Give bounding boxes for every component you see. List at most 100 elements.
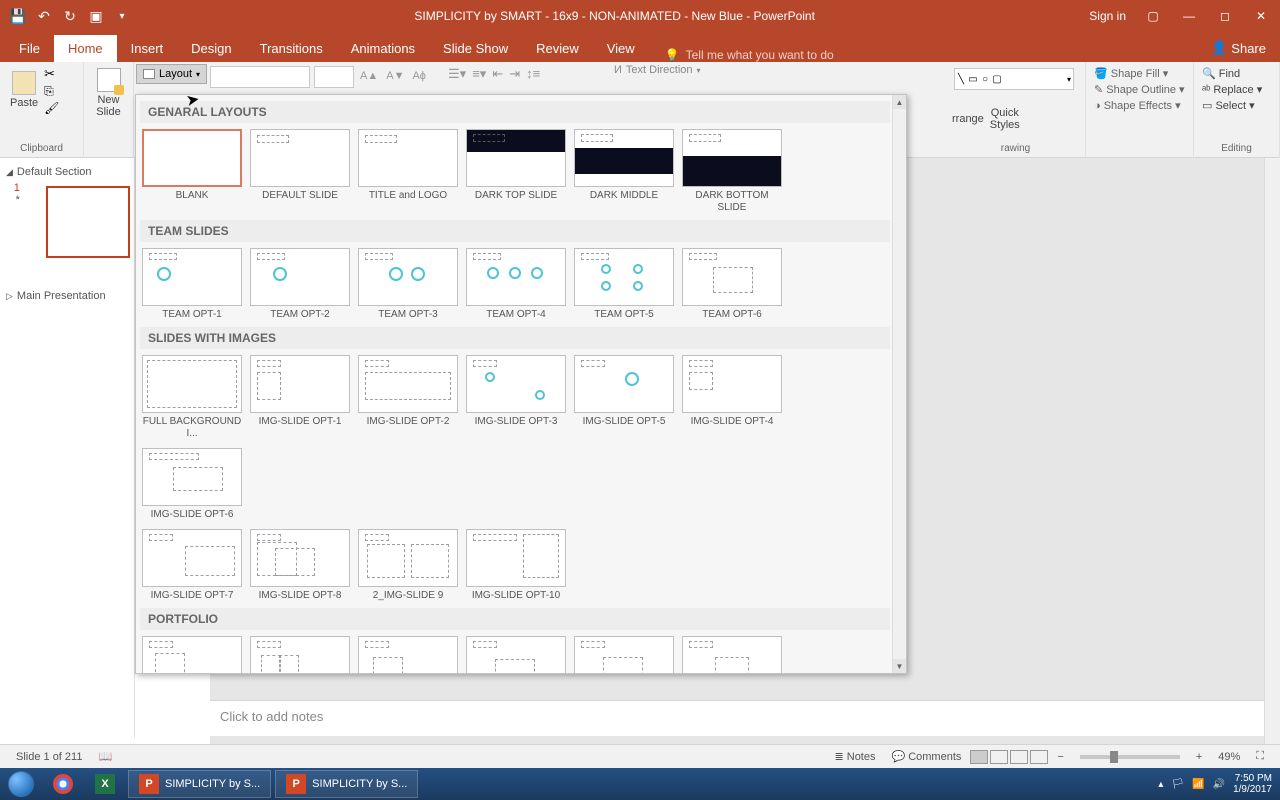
powerpoint-task-1[interactable]: PSIMPLICITY by S... [128, 770, 271, 798]
layout-team-4[interactable]: TEAM OPT-4 [466, 248, 566, 321]
network-icon[interactable]: 📶 [1192, 779, 1204, 790]
paste-button[interactable]: Paste [4, 64, 44, 115]
shape-rect-icon[interactable]: ▭ [967, 74, 979, 85]
select-button[interactable]: ▭ Select ▾ [1202, 99, 1271, 112]
reading-view-icon[interactable] [1010, 750, 1028, 764]
scroll-down-icon[interactable]: ▼ [893, 659, 906, 673]
section-main[interactable]: ▷Main Presentation [4, 286, 130, 306]
start-from-beginning-icon[interactable]: ▣ [88, 8, 104, 24]
excel-taskbar-icon[interactable]: X [84, 768, 126, 800]
spell-check-icon[interactable]: 📖 [90, 750, 120, 763]
layout-dark-bottom[interactable]: DARK BOTTOM SLIDE [682, 129, 782, 214]
zoom-label[interactable]: 49% [1210, 751, 1248, 763]
layout-dark-middle[interactable]: DARK MIDDLE [574, 129, 674, 214]
layout-dark-top[interactable]: DARK TOP SLIDE [466, 129, 566, 214]
indent-dec-icon[interactable]: ⇤ [492, 66, 503, 82]
line-spacing-icon[interactable]: ↕≡ [526, 66, 540, 82]
tab-insert[interactable]: Insert [117, 35, 178, 62]
minimize-icon[interactable]: — [1180, 7, 1198, 25]
tab-home[interactable]: Home [54, 35, 117, 62]
layout-team-2[interactable]: TEAM OPT-2 [250, 248, 350, 321]
shape-fill-button[interactable]: 🪣 Shape Fill ▾ [1094, 67, 1185, 80]
fit-to-window-icon[interactable]: ⛶ [1248, 750, 1272, 763]
slideshow-view-icon[interactable] [1030, 750, 1048, 764]
layout-img-1[interactable]: IMG-SLIDE OPT-1 [250, 355, 350, 440]
layout-dev-3[interactable]: DEVICES OPT-3 [358, 636, 458, 674]
tray-up-icon[interactable]: ▴ [1158, 779, 1163, 790]
tab-file[interactable]: File [5, 35, 54, 62]
layout-blank[interactable]: BLANK [142, 129, 242, 214]
numbering-icon[interactable]: ≡▾ [472, 66, 486, 82]
comments-toggle[interactable]: 💬 Comments [884, 750, 970, 763]
volume-icon[interactable]: 🔊 [1213, 779, 1225, 790]
layout-team-6[interactable]: TEAM OPT-6 [682, 248, 782, 321]
layout-default-slide[interactable]: DEFAULT SLIDE [250, 129, 350, 214]
zoom-slider[interactable] [1080, 755, 1180, 759]
section-default[interactable]: ◢Default Section [4, 162, 130, 182]
layout-img-8[interactable]: IMG-SLIDE OPT-8 [250, 529, 350, 602]
layout-team-5[interactable]: TEAM OPT-5 [574, 248, 674, 321]
arrange-button[interactable]: rrange [950, 107, 986, 131]
layout-dev-1[interactable]: DEVICES OPT-1 [142, 636, 242, 674]
tab-review[interactable]: Review [522, 35, 593, 62]
layout-dev-5[interactable]: DEVICES OPT-5 [574, 636, 674, 674]
new-slide-button[interactable]: New Slide [88, 64, 129, 122]
qat-more-icon[interactable]: ▾ [114, 8, 130, 24]
sorter-view-icon[interactable] [990, 750, 1008, 764]
start-button[interactable] [0, 768, 42, 800]
layout-team-3[interactable]: TEAM OPT-3 [358, 248, 458, 321]
tab-animations[interactable]: Animations [337, 35, 429, 62]
normal-view-icon[interactable] [970, 750, 988, 764]
clear-format-icon[interactable]: Aϕ [410, 66, 428, 88]
layout-img-7[interactable]: IMG-SLIDE OPT-7 [142, 529, 242, 602]
grow-font-icon[interactable]: A▲ [358, 66, 380, 88]
shape-line-icon[interactable]: ╲ [955, 74, 967, 85]
layout-img-10[interactable]: IMG-SLIDE OPT-10 [466, 529, 566, 602]
copy-icon[interactable]: ⎘ [44, 84, 59, 99]
indent-inc-icon[interactable]: ⇥ [509, 66, 520, 82]
format-painter-icon[interactable]: 🖌 [44, 101, 59, 115]
text-direction-button[interactable]: И Text Direction ▾ [614, 64, 701, 76]
bullets-icon[interactable]: ☰▾ [448, 66, 466, 82]
undo-icon[interactable]: ↶ [36, 8, 52, 24]
shrink-font-icon[interactable]: A▼ [384, 66, 406, 88]
redo-icon[interactable]: ↻ [62, 8, 78, 24]
layout-img-3[interactable]: IMG-SLIDE OPT-3 [466, 355, 566, 440]
slide-thumbnail-1[interactable] [46, 186, 130, 258]
tray-time[interactable]: 7:50 PM [1233, 773, 1272, 784]
shapes-more-icon[interactable]: ▾ [1065, 75, 1073, 84]
layout-img-6[interactable]: IMG-SLIDE OPT-6 [142, 448, 242, 521]
ribbon-options-icon[interactable]: ▢ [1144, 7, 1162, 25]
layout-team-1[interactable]: TEAM OPT-1 [142, 248, 242, 321]
replace-button[interactable]: ᵃᵇ Replace ▾ [1202, 83, 1271, 96]
layout-img-9[interactable]: 2_IMG-SLIDE 9 [358, 529, 458, 602]
tab-transitions[interactable]: Transitions [246, 35, 337, 62]
font-family-input[interactable] [210, 66, 310, 88]
layout-img-2[interactable]: IMG-SLIDE OPT-2 [358, 355, 458, 440]
notes-pane[interactable]: Click to add notes [210, 700, 1264, 736]
zoom-in-button[interactable]: + [1188, 751, 1210, 763]
tab-slideshow[interactable]: Slide Show [429, 35, 522, 62]
shape-outline-button[interactable]: ✎ Shape Outline ▾ [1094, 83, 1185, 96]
share-button[interactable]: 👤 Share [1197, 34, 1280, 62]
shape-effects-button[interactable]: ◑ Shape Effects ▾ [1094, 99, 1185, 112]
shape-oval-icon[interactable]: ○ [979, 74, 991, 85]
close-icon[interactable]: ✕ [1252, 7, 1270, 25]
powerpoint-task-2[interactable]: PSIMPLICITY by S... [275, 770, 418, 798]
save-icon[interactable]: 💾 [10, 8, 26, 24]
shape-roundrect-icon[interactable]: ▢ [991, 74, 1003, 85]
zoom-out-button[interactable]: − [1049, 751, 1071, 763]
chrome-taskbar-icon[interactable] [42, 768, 84, 800]
layout-dev-2[interactable]: DEVICES OPT-2 [250, 636, 350, 674]
cut-icon[interactable]: ✂ [44, 66, 59, 82]
main-scrollbar[interactable] [1264, 158, 1280, 744]
action-center-icon[interactable]: 🏳 [1171, 779, 1184, 790]
gallery-scrollbar[interactable]: ▲ ▼ [892, 95, 906, 673]
font-size-input[interactable] [314, 66, 354, 88]
layout-img-4[interactable]: IMG-SLIDE OPT-4 [682, 355, 782, 440]
find-button[interactable]: 🔍 Find [1202, 67, 1271, 80]
layout-dev-6[interactable]: DEVICES OPT-6 [682, 636, 782, 674]
tab-design[interactable]: Design [177, 35, 245, 62]
scroll-up-icon[interactable]: ▲ [893, 95, 906, 109]
maximize-icon[interactable]: ◻ [1216, 7, 1234, 25]
